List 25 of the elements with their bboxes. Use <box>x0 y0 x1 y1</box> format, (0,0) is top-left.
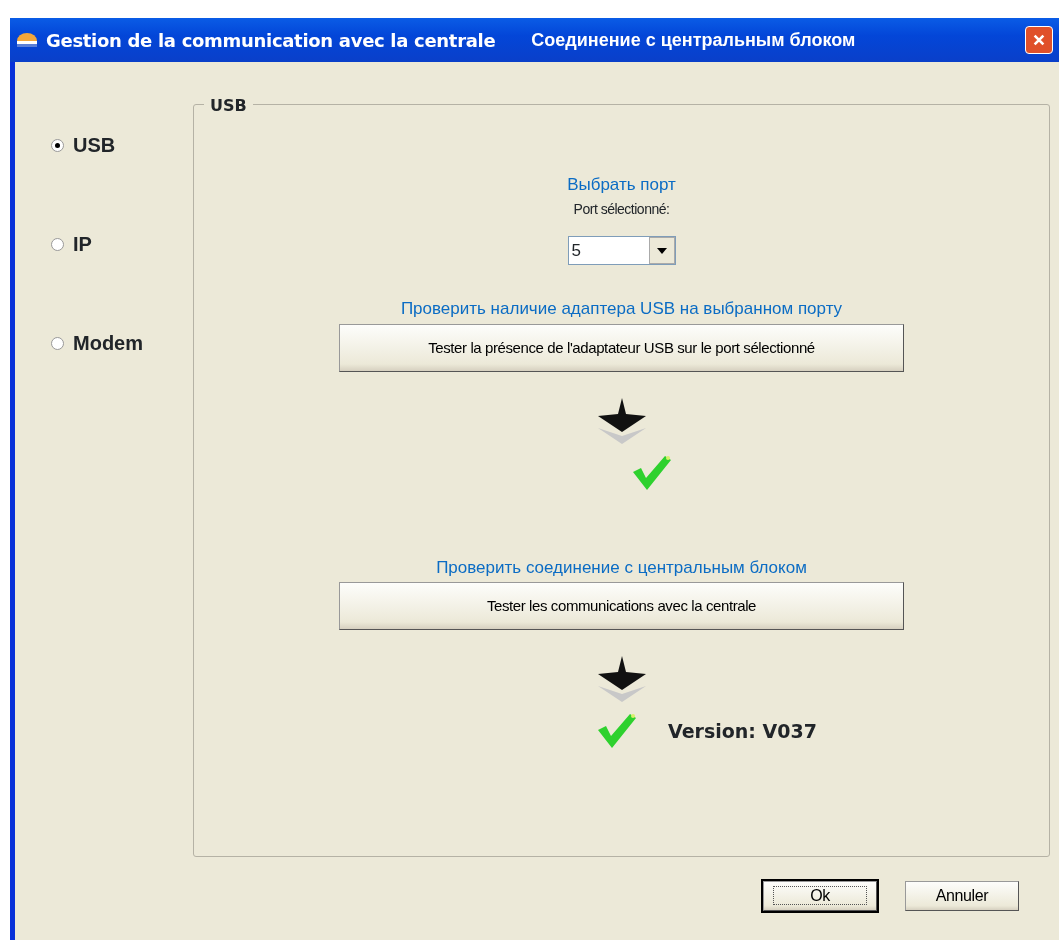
dialog-button[interactable]: Annuler <box>905 881 1019 911</box>
window-title: Gestion de la communication avec la centrale <box>46 28 496 53</box>
caret-icon <box>656 247 667 254</box>
title-annotation: Соединение с центральным блоком <box>531 28 856 52</box>
annotation-text: Проверить соединение с центральным блоком <box>436 557 807 579</box>
annotation-text: Проверить наличие адаптера USB на выбранном порту <box>400 299 843 320</box>
dialog-button[interactable]: Ok <box>763 881 877 911</box>
port-dropdown[interactable]: 5 <box>567 236 676 266</box>
radio-button[interactable] <box>51 138 64 152</box>
version-text: Version: V037 <box>668 718 817 744</box>
app-icon <box>16 32 38 48</box>
port-label: Port sélectionné: <box>573 200 670 220</box>
radio-button[interactable] <box>51 237 64 251</box>
close-icon <box>1032 32 1046 48</box>
radio-option[interactable]: Modem <box>51 328 193 358</box>
radio-option[interactable]: USB <box>51 130 193 160</box>
radio-button[interactable] <box>51 336 64 350</box>
test-button[interactable]: Tester la présence de l'adaptateur USB sur le port sélectionné <box>339 323 904 372</box>
radio-option[interactable]: IP <box>51 229 193 259</box>
radio-label: USB <box>73 133 116 158</box>
annotation-text: Выбрать порт <box>567 175 676 196</box>
close-button[interactable] <box>1025 26 1053 54</box>
radio-label: Modem <box>73 331 143 356</box>
radio-label: IP <box>73 232 92 257</box>
test-button[interactable]: Tester les communications avec la centrale <box>339 582 904 631</box>
